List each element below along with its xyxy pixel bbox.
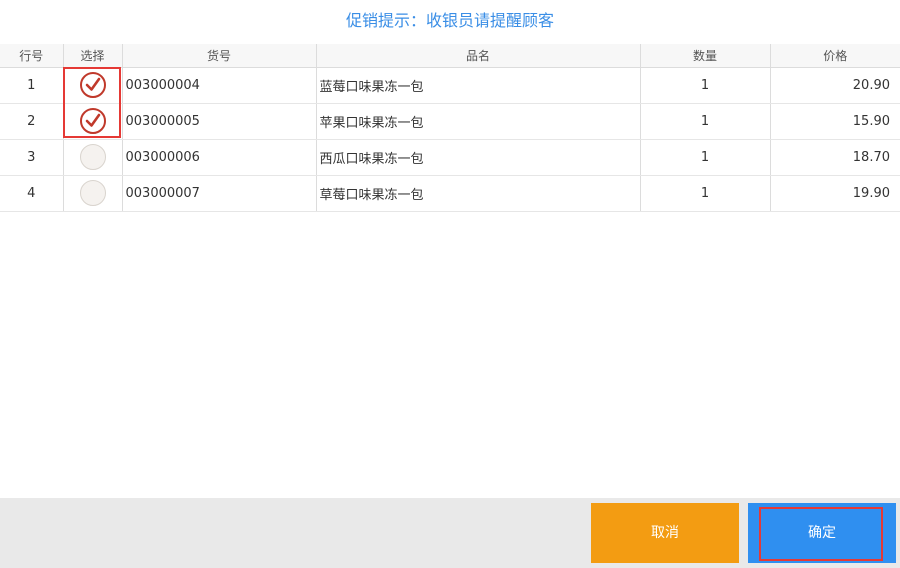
table-header-row: 行号 选择 货号 品名 数量 价格 xyxy=(0,44,900,68)
empty-circle-icon[interactable] xyxy=(79,180,106,206)
row-code: 003000007 xyxy=(122,175,317,212)
row-price: 15.90 xyxy=(770,103,900,140)
row-select-cell[interactable] xyxy=(63,103,123,140)
promo-items-table: 行号 选择 货号 品名 数量 价格 1 003000004 蓝莓口味果冻一包 1… xyxy=(0,44,900,212)
row-code: 003000006 xyxy=(122,139,317,176)
promo-title: 促销提示：收银员请提醒顾客 xyxy=(345,11,554,30)
check-circle-icon[interactable] xyxy=(79,108,106,134)
row-line: 4 xyxy=(0,175,64,212)
row-select-cell[interactable] xyxy=(63,139,123,176)
row-price: 20.90 xyxy=(770,67,900,104)
table-row[interactable]: 4 003000007 草莓口味果冻一包 1 19.90 xyxy=(0,175,900,212)
header-line: 行号 xyxy=(0,44,64,68)
row-price: 18.70 xyxy=(770,139,900,176)
row-qty: 1 xyxy=(640,67,771,104)
row-name: 西瓜口味果冻一包 xyxy=(316,139,641,176)
row-line: 2 xyxy=(0,103,64,140)
row-name: 苹果口味果冻一包 xyxy=(316,103,641,140)
header-qty: 数量 xyxy=(640,44,771,68)
row-select-cell[interactable] xyxy=(63,67,123,104)
header-price: 价格 xyxy=(770,44,900,68)
row-name: 蓝莓口味果冻一包 xyxy=(316,67,641,104)
row-name: 草莓口味果冻一包 xyxy=(316,175,641,212)
table-row[interactable]: 1 003000004 蓝莓口味果冻一包 1 20.90 xyxy=(0,67,900,104)
cancel-button[interactable]: 取消 xyxy=(591,503,739,563)
empty-circle-icon[interactable] xyxy=(79,144,106,170)
header-name: 品名 xyxy=(316,44,641,68)
confirm-button[interactable]: 确定 xyxy=(748,503,896,563)
check-circle-icon[interactable] xyxy=(79,72,106,98)
table-row[interactable]: 3 003000006 西瓜口味果冻一包 1 18.70 xyxy=(0,139,900,176)
row-qty: 1 xyxy=(640,139,771,176)
footer-bar: 取消 确定 xyxy=(0,498,900,568)
row-code: 003000004 xyxy=(122,67,317,104)
row-select-cell[interactable] xyxy=(63,175,123,212)
row-line: 3 xyxy=(0,139,64,176)
header-select: 选择 xyxy=(63,44,123,68)
header-code: 货号 xyxy=(122,44,317,68)
table-row[interactable]: 2 003000005 苹果口味果冻一包 1 15.90 xyxy=(0,103,900,140)
row-line: 1 xyxy=(0,67,64,104)
row-price: 19.90 xyxy=(770,175,900,212)
row-qty: 1 xyxy=(640,175,771,212)
row-code: 003000005 xyxy=(122,103,317,140)
row-qty: 1 xyxy=(640,103,771,140)
